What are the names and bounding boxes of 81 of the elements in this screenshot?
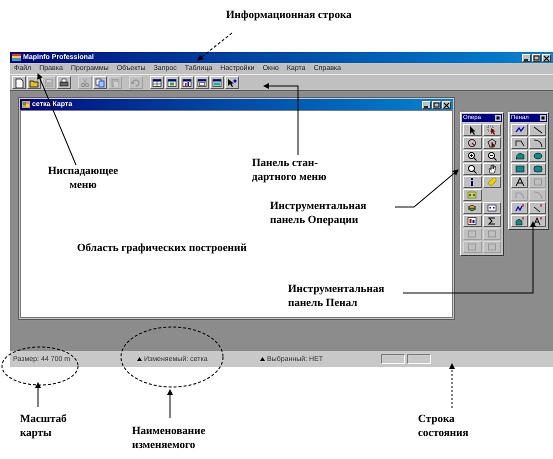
leader-arrow bbox=[167, 389, 173, 418]
caret-icon[interactable] bbox=[137, 357, 142, 361]
table-window-icon bbox=[152, 78, 162, 88]
close-icon bbox=[443, 102, 450, 108]
close-button[interactable] bbox=[540, 115, 546, 121]
help-pointer-icon bbox=[227, 78, 237, 88]
legend-icon bbox=[486, 203, 497, 213]
rectangle-icon bbox=[514, 164, 524, 174]
frame-icon bbox=[486, 229, 497, 239]
ellipse-icon bbox=[532, 151, 542, 161]
callout-label: Панель стан- дартного меню bbox=[252, 156, 326, 184]
symbol-style-icon bbox=[514, 203, 524, 213]
line-style-icon bbox=[532, 203, 542, 213]
callout-label: Наименование изменяемого bbox=[132, 424, 206, 452]
layout-window-icon bbox=[197, 78, 207, 88]
polyline-icon bbox=[514, 138, 524, 148]
marquee-pointer-icon bbox=[486, 125, 497, 135]
frame-icon bbox=[532, 177, 542, 187]
hand-icon bbox=[486, 164, 497, 174]
arc-icon bbox=[532, 138, 542, 148]
callout-label: Ниспадающее меню bbox=[48, 164, 118, 192]
statistics-window-icon bbox=[467, 216, 478, 226]
frame-icon bbox=[486, 242, 497, 252]
status-panel bbox=[407, 354, 431, 364]
polyline-icon bbox=[514, 190, 524, 200]
callout-label: Строка состояния bbox=[418, 412, 468, 440]
map-icon bbox=[22, 101, 30, 108]
text-tool-icon bbox=[514, 177, 524, 187]
minimize-button[interactable] bbox=[422, 100, 431, 108]
frame-icon bbox=[467, 242, 478, 252]
leader-arrow bbox=[449, 363, 455, 408]
pointer-icon bbox=[467, 125, 478, 135]
symbol-icon bbox=[514, 125, 524, 135]
close-icon bbox=[496, 116, 500, 120]
folder-icon bbox=[29, 78, 39, 88]
close-button[interactable] bbox=[542, 54, 551, 62]
rounded-rectangle-icon bbox=[532, 164, 542, 174]
clipboard-icon bbox=[110, 78, 120, 88]
close-icon bbox=[541, 116, 545, 120]
zoom-in-icon bbox=[467, 151, 478, 161]
undo-icon bbox=[131, 78, 141, 88]
close-button[interactable] bbox=[495, 115, 501, 121]
map-window-icon bbox=[167, 78, 177, 88]
drag-window-icon bbox=[467, 190, 478, 200]
region-style-icon bbox=[514, 216, 524, 226]
scissors-icon bbox=[80, 78, 90, 88]
status-panel bbox=[381, 354, 405, 364]
leader-arrow bbox=[197, 32, 232, 61]
callout-label: Масштаб карты bbox=[20, 412, 67, 440]
sigma-icon bbox=[486, 216, 497, 226]
magnifier-icon bbox=[467, 164, 478, 174]
callout-label: Информационная строка bbox=[226, 8, 352, 22]
leader-arrow bbox=[394, 169, 459, 208]
app-logo-icon bbox=[12, 54, 21, 61]
page-icon bbox=[14, 78, 24, 88]
maximize-button[interactable] bbox=[532, 54, 541, 62]
close-button[interactable] bbox=[442, 100, 451, 108]
tag-icon bbox=[486, 177, 497, 187]
graph-window-icon bbox=[182, 78, 192, 88]
caret-icon[interactable] bbox=[260, 357, 265, 361]
arc-icon bbox=[532, 190, 542, 200]
radius-select-icon bbox=[467, 138, 478, 148]
text-style-icon bbox=[532, 216, 542, 226]
leader-arrow bbox=[35, 382, 41, 408]
callout-label: Инструментальная панель Операции bbox=[270, 199, 366, 227]
minimize-button[interactable] bbox=[522, 54, 531, 62]
district-window-icon bbox=[212, 78, 222, 88]
line-icon bbox=[532, 125, 542, 135]
callout-label: Область графических построений bbox=[77, 241, 247, 255]
close-icon bbox=[543, 54, 550, 60]
callout-label: Инструментальная панель Пенал bbox=[288, 282, 384, 310]
polygon-select-icon bbox=[486, 138, 497, 148]
maximize-icon bbox=[533, 54, 540, 60]
layers-icon bbox=[467, 203, 478, 213]
zoom-out-icon bbox=[486, 151, 497, 161]
printer-icon bbox=[59, 78, 69, 88]
polygon-icon bbox=[514, 151, 524, 161]
copy-icon bbox=[95, 78, 105, 88]
maximize-button[interactable] bbox=[432, 100, 441, 108]
maximize-icon bbox=[433, 102, 440, 108]
frame-icon bbox=[467, 229, 478, 239]
